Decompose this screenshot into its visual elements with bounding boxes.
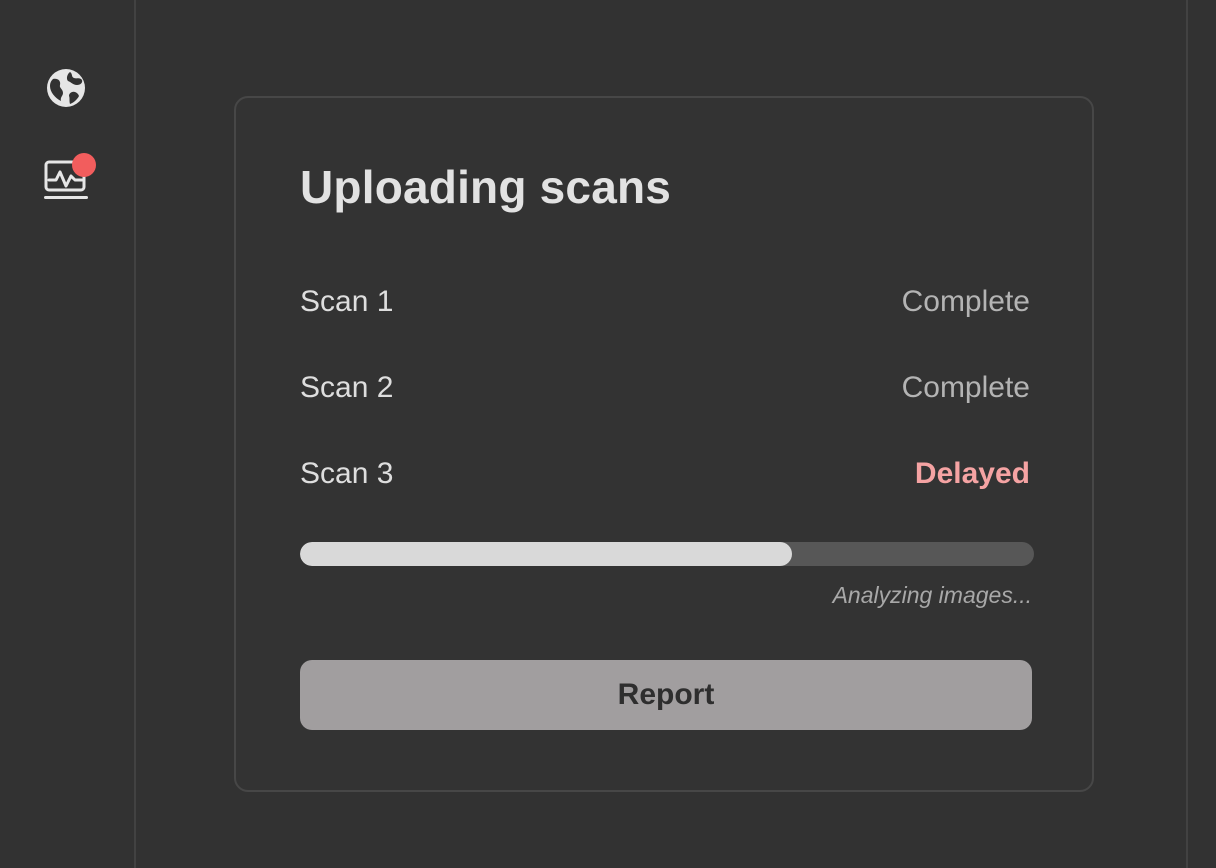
- progress-bar-fill: [300, 542, 792, 566]
- scan-status: Complete: [901, 371, 1030, 404]
- card-title: Uploading scans: [300, 161, 672, 213]
- scan-label: Scan 3: [300, 457, 394, 490]
- scan-label: Scan 1: [300, 285, 394, 318]
- sidebar: [0, 0, 136, 868]
- scan-row: Scan 2 Complete: [300, 368, 1030, 408]
- app-window: Uploading scans Scan 1 Complete Scan 2 C…: [0, 0, 1216, 868]
- globe-icon[interactable]: [42, 64, 90, 112]
- progress-caption: Analyzing images...: [832, 582, 1032, 608]
- progress-bar: [300, 542, 1034, 566]
- report-button[interactable]: Report: [300, 660, 1032, 730]
- scan-status-delayed: Delayed: [914, 457, 1030, 490]
- divider: [1186, 0, 1188, 868]
- scan-label: Scan 2: [300, 371, 394, 404]
- upload-card: Uploading scans Scan 1 Complete Scan 2 C…: [234, 96, 1094, 792]
- scan-row: Scan 1 Complete: [300, 282, 1030, 322]
- notification-badge: [72, 153, 96, 177]
- scan-row: Scan 3 Delayed: [300, 454, 1030, 494]
- globe-icon-graphic: [47, 69, 85, 107]
- scan-status: Complete: [901, 285, 1030, 318]
